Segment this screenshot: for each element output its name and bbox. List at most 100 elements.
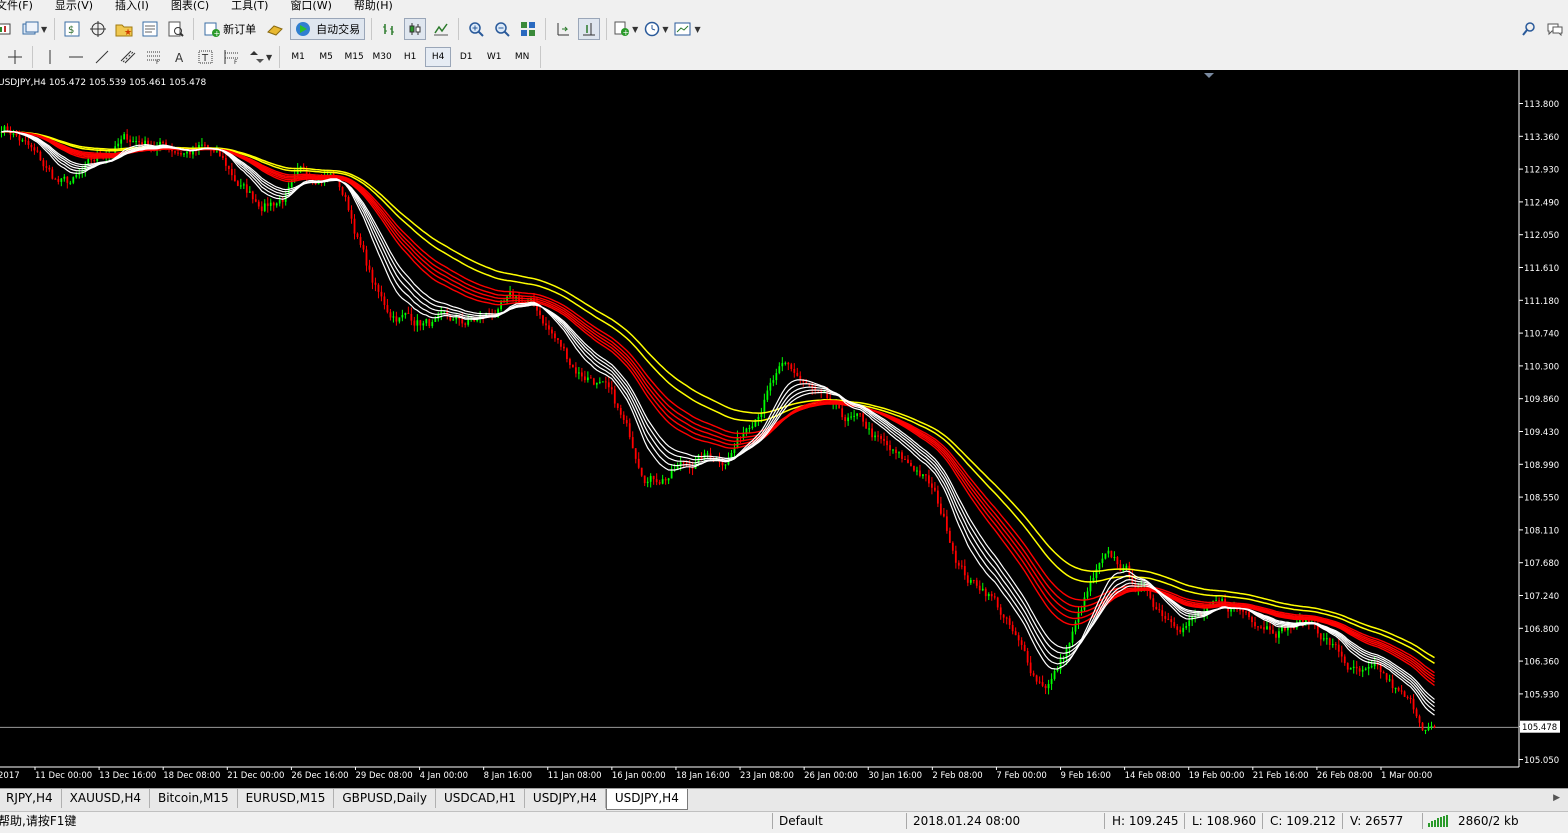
terminal-button[interactable] <box>139 18 161 40</box>
equidistant-channel-button[interactable] <box>117 46 139 68</box>
trendline-button[interactable] <box>91 46 113 68</box>
time-tick-label: 11 Jan 08:00 <box>548 771 602 781</box>
candle-body <box>551 329 553 334</box>
chart-tabs: RJPY,H4 XAUUSD,H4 Bitcoin,M15 EURUSD,M15… <box>0 788 1568 811</box>
candle-body <box>790 364 793 369</box>
indicators-button[interactable]: + ▼ <box>613 18 639 40</box>
candle-body <box>1245 611 1247 613</box>
fibonacci-button[interactable]: F <box>143 46 165 68</box>
candle-body <box>999 607 1002 615</box>
timeframe-d1[interactable]: D1 <box>453 47 479 67</box>
candle-body <box>251 191 254 200</box>
periods-button[interactable]: ▼ <box>643 18 669 40</box>
candle-body <box>978 585 981 591</box>
tab-usdjpy-h4[interactable]: USDJPY,H4 <box>525 789 606 808</box>
candle-body <box>539 310 541 316</box>
chart-shift-button[interactable] <box>578 18 601 40</box>
chart-window[interactable]: 113.800 113.360 112.930 112.490 112.050 111.6… <box>0 70 1568 788</box>
tab-rjpy-h4[interactable]: RJPY,H4 <box>0 789 62 808</box>
zoom-out-button[interactable] <box>491 18 513 40</box>
new-order-button[interactable]: + 新订单 <box>200 18 260 40</box>
menu-file[interactable]: 文件(F) <box>0 0 39 11</box>
toolbar-separator <box>32 46 33 68</box>
candle-body <box>1170 619 1173 623</box>
bar-chart-button[interactable] <box>378 18 400 40</box>
time-tick-label: 13 Dec 16:00 <box>99 771 156 781</box>
search-button[interactable] <box>1518 18 1540 40</box>
candle-body <box>1182 627 1185 633</box>
candle-body <box>21 140 24 142</box>
tab-usdcad-h1[interactable]: USDCAD,H1 <box>436 789 525 808</box>
toolbar-separator <box>540 46 542 68</box>
menu-window[interactable]: 窗口(W) <box>290 0 337 11</box>
candle-body <box>1005 617 1008 619</box>
timeframe-h4[interactable]: H4 <box>425 47 452 67</box>
fibo-fan-button[interactable]: F <box>221 46 243 68</box>
vertical-line-button[interactable] <box>39 46 61 68</box>
zoom-in-button[interactable] <box>465 18 487 40</box>
chat-button[interactable] <box>1544 18 1566 40</box>
candle-body <box>1391 679 1394 689</box>
candle-body <box>66 176 69 183</box>
auto-trading-button[interactable]: 自动交易 <box>290 18 366 40</box>
strategy-tester-button[interactable] <box>165 18 187 40</box>
menu-charts[interactable]: 图表(C) <box>171 0 215 11</box>
tab-bitcoin-m15[interactable]: Bitcoin,M15 <box>150 789 238 808</box>
line-chart-button[interactable] <box>430 18 452 40</box>
candle-body <box>856 413 859 416</box>
timeframe-m5[interactable]: M5 <box>313 47 339 67</box>
menu-help[interactable]: 帮助(H) <box>354 0 399 11</box>
menu-view[interactable]: 显示(V) <box>55 0 99 11</box>
time-tick-label: 21 Feb 16:00 <box>1253 771 1309 781</box>
candle-body <box>652 475 655 480</box>
candle-body <box>646 481 649 484</box>
price-tick-label: 105.050 <box>1524 756 1559 766</box>
market-watch-button[interactable]: $ <box>61 18 83 40</box>
candle-body <box>398 317 401 322</box>
candle-body <box>542 315 544 324</box>
candle-body <box>913 465 915 471</box>
menu-insert[interactable]: 插入(I) <box>115 0 155 11</box>
text-button[interactable]: A <box>169 46 191 68</box>
timeframe-m30[interactable]: M30 <box>369 47 395 67</box>
chart-shift-marker[interactable] <box>1204 73 1214 78</box>
timeframe-m15[interactable]: M15 <box>341 47 367 67</box>
price-chart[interactable]: 113.800 113.360 112.930 112.490 112.050 111.6… <box>0 70 1568 788</box>
navigator-button[interactable]: ★ <box>113 18 135 40</box>
timeframe-w1[interactable]: W1 <box>481 47 507 67</box>
text-label-button[interactable]: T <box>195 46 217 68</box>
candle-body <box>1098 562 1101 570</box>
tab-scroll-right-icon[interactable]: ▶ <box>1553 793 1560 803</box>
tab-xauusd-h4[interactable]: XAUUSD,H4 <box>62 789 150 808</box>
candle-body <box>898 452 900 454</box>
candle-body <box>36 150 39 152</box>
candle-body <box>954 550 957 563</box>
candle-body <box>413 320 416 326</box>
time-tick-label: 11 Dec 00:00 <box>35 771 92 781</box>
tab-gbpusd-daily[interactable]: GBPUSD,Daily <box>334 789 436 808</box>
candle-body <box>622 414 625 421</box>
data-window-button[interactable] <box>87 18 109 40</box>
tab-eurusd-m15[interactable]: EURUSD,M15 <box>238 789 335 808</box>
menu-tools[interactable]: 工具(T) <box>231 0 274 11</box>
timeframe-h1[interactable]: H1 <box>397 47 423 67</box>
new-chart-button[interactable] <box>0 18 16 40</box>
arrows-button[interactable]: ▼ <box>247 46 273 68</box>
candle-body <box>1403 691 1406 697</box>
svg-text:T: T <box>201 53 209 64</box>
tab-usdjpy-h4-active[interactable]: USDJPY,H4 <box>605 789 688 810</box>
profiles-button[interactable]: ▼ <box>20 18 48 40</box>
chevron-down-icon: ▼ <box>632 24 639 34</box>
templates-button[interactable]: ▼ <box>673 18 701 40</box>
chart-autoscroll-button[interactable] <box>552 18 574 40</box>
tile-windows-button[interactable] <box>517 18 539 40</box>
candle-body <box>242 184 245 186</box>
candle-body <box>1008 618 1011 625</box>
timeframe-mn[interactable]: MN <box>509 47 535 67</box>
timeframe-m1[interactable]: M1 <box>285 47 311 67</box>
horizontal-line-button[interactable] <box>65 46 87 68</box>
toolbar-separator <box>54 18 56 40</box>
metaeditor-button[interactable] <box>264 18 286 40</box>
crosshair-button[interactable] <box>4 46 26 68</box>
candlestick-button[interactable] <box>404 18 427 40</box>
